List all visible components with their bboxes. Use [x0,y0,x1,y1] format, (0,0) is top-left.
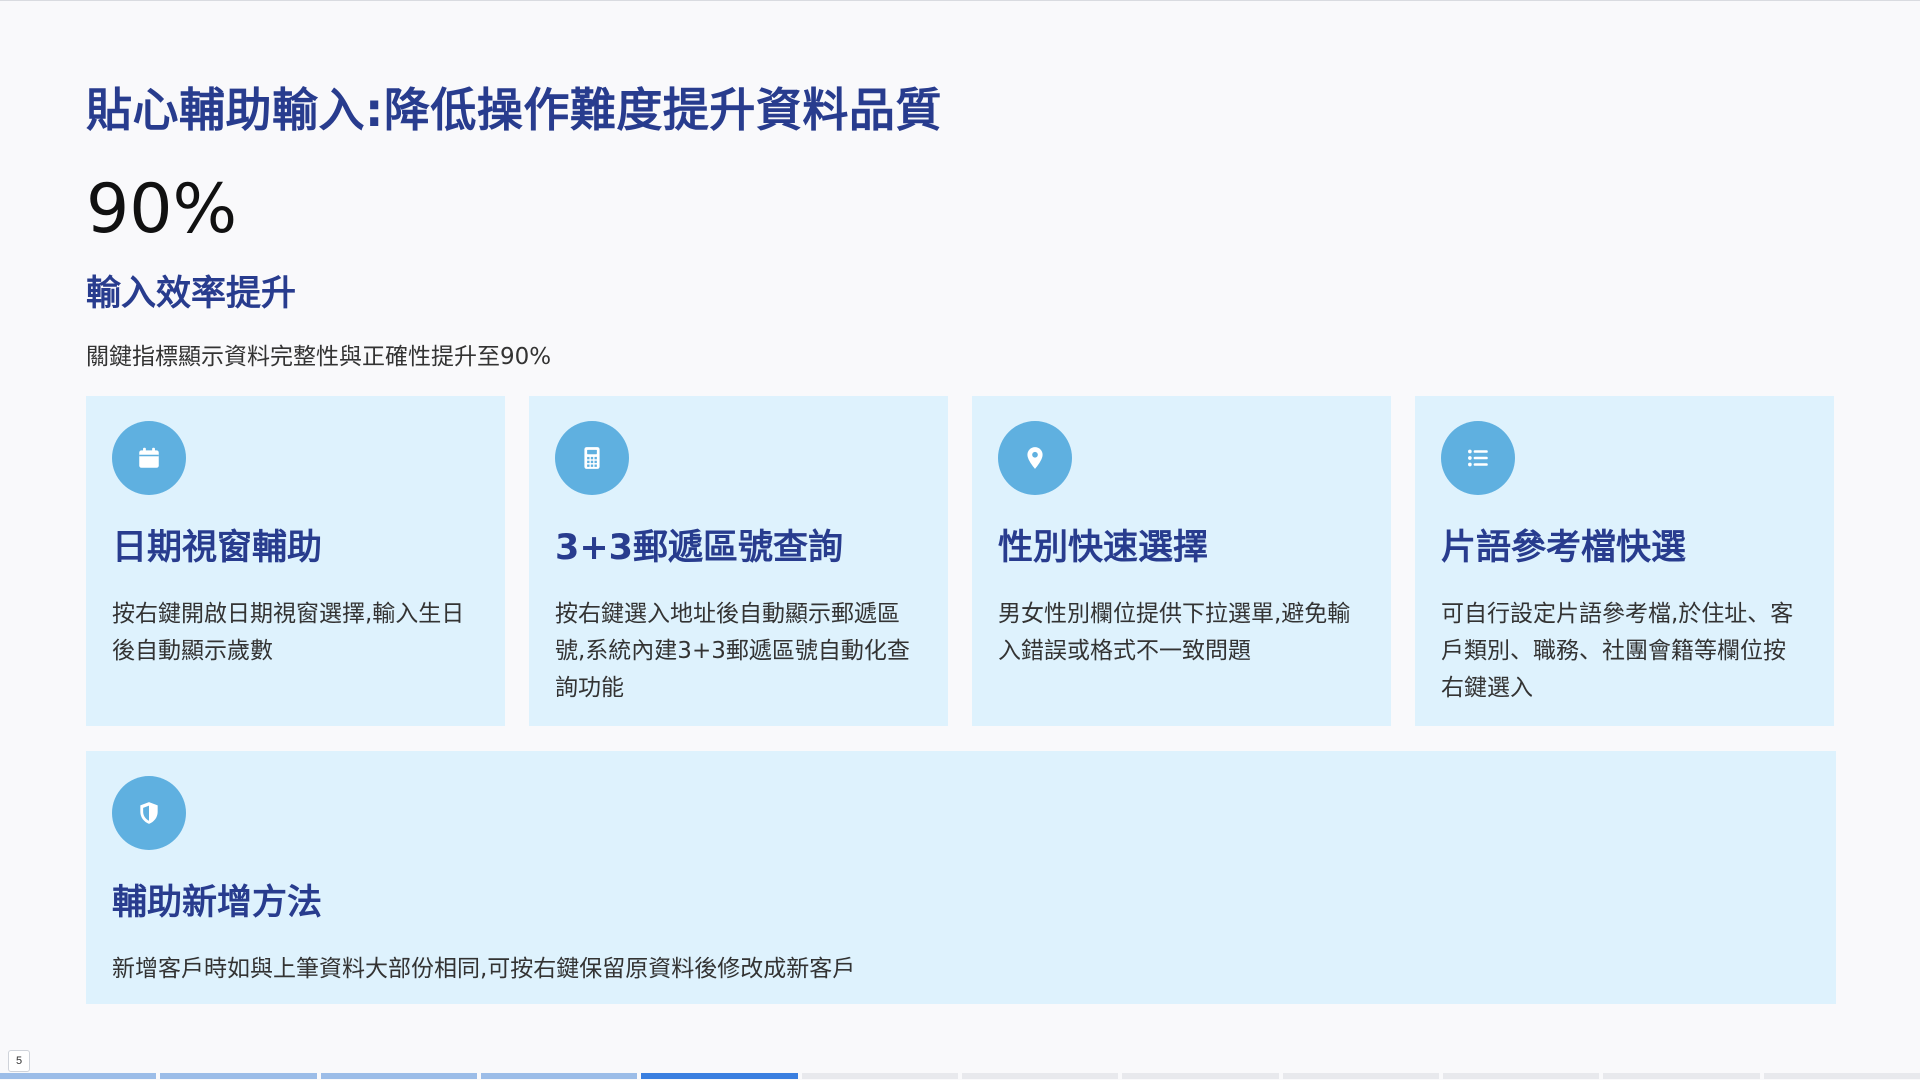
slide-progress-bar[interactable] [0,1073,1920,1079]
progress-segment[interactable] [641,1073,798,1079]
card-description: 按右鍵選入地址後自動顯示郵遞區號,系統內建3+3郵遞區號自動化查詢功能 [555,601,910,701]
card-title: 輔助新增方法 [112,883,323,923]
progress-segment[interactable] [801,1073,958,1079]
progress-segment[interactable] [1122,1073,1279,1079]
progress-segment[interactable] [480,1073,638,1079]
progress-segment[interactable] [1763,1073,1920,1079]
progress-segment[interactable] [1282,1073,1439,1079]
card-description: 男女性別欄位提供下拉選單,避免輸入錯誤或格式不一致問題 [998,601,1351,664]
feature-card-date: 日期視窗輔助 按右鍵開啟日期視窗選擇,輸入生日後自動顯示歲數 [86,396,505,726]
progress-segment[interactable] [961,1073,1119,1079]
top-border [0,0,1920,1]
progress-segment[interactable] [1603,1073,1760,1079]
shield-icon [112,776,186,850]
list-icon [1441,421,1515,495]
stat-value: 90% [86,170,238,249]
card-title: 日期視窗輔助 [112,528,323,568]
card-title: 性別快速選擇 [998,528,1209,568]
calendar-icon [112,421,186,495]
feature-card-postal-code: 3+3郵遞區號查詢 按右鍵選入地址後自動顯示郵遞區號,系統內建3+3郵遞區號自動… [529,396,948,726]
progress-segment[interactable] [320,1073,477,1079]
stat-description: 關鍵指標顯示資料完整性與正確性提升至90% [86,344,552,370]
slide-title: 貼心輔助輸入:降低操作難度提升資料品質 [86,83,942,137]
feature-card-phrase: 片語參考檔快選 可自行設定片語參考檔,於住址、客戶類別、職務、社團會籍等欄位按右… [1415,396,1834,726]
progress-segment[interactable] [160,1073,317,1079]
card-title: 片語參考檔快選 [1441,528,1687,568]
progress-segment[interactable] [1442,1073,1600,1079]
feature-card-gender: 性別快速選擇 男女性別欄位提供下拉選單,避免輸入錯誤或格式不一致問題 [972,396,1391,726]
feature-card-assist-add: 輔助新增方法 新增客戶時如與上筆資料大部份相同,可按右鍵保留原資料後修改成新客戶 [86,751,1836,1004]
page-number: 5 [8,1050,30,1072]
progress-segment[interactable] [0,1073,157,1079]
card-description: 新增客戶時如與上筆資料大部份相同,可按右鍵保留原資料後修改成新客戶 [112,956,856,982]
card-description: 可自行設定片語參考檔,於住址、客戶類別、職務、社團會籍等欄位按右鍵選入 [1441,601,1794,701]
card-description: 按右鍵開啟日期視窗選擇,輸入生日後自動顯示歲數 [112,601,465,664]
stat-label: 輸入效率提升 [86,274,297,314]
calculator-icon [555,421,629,495]
card-title: 3+3郵遞區號查詢 [555,528,844,568]
map-pin-icon [998,421,1072,495]
